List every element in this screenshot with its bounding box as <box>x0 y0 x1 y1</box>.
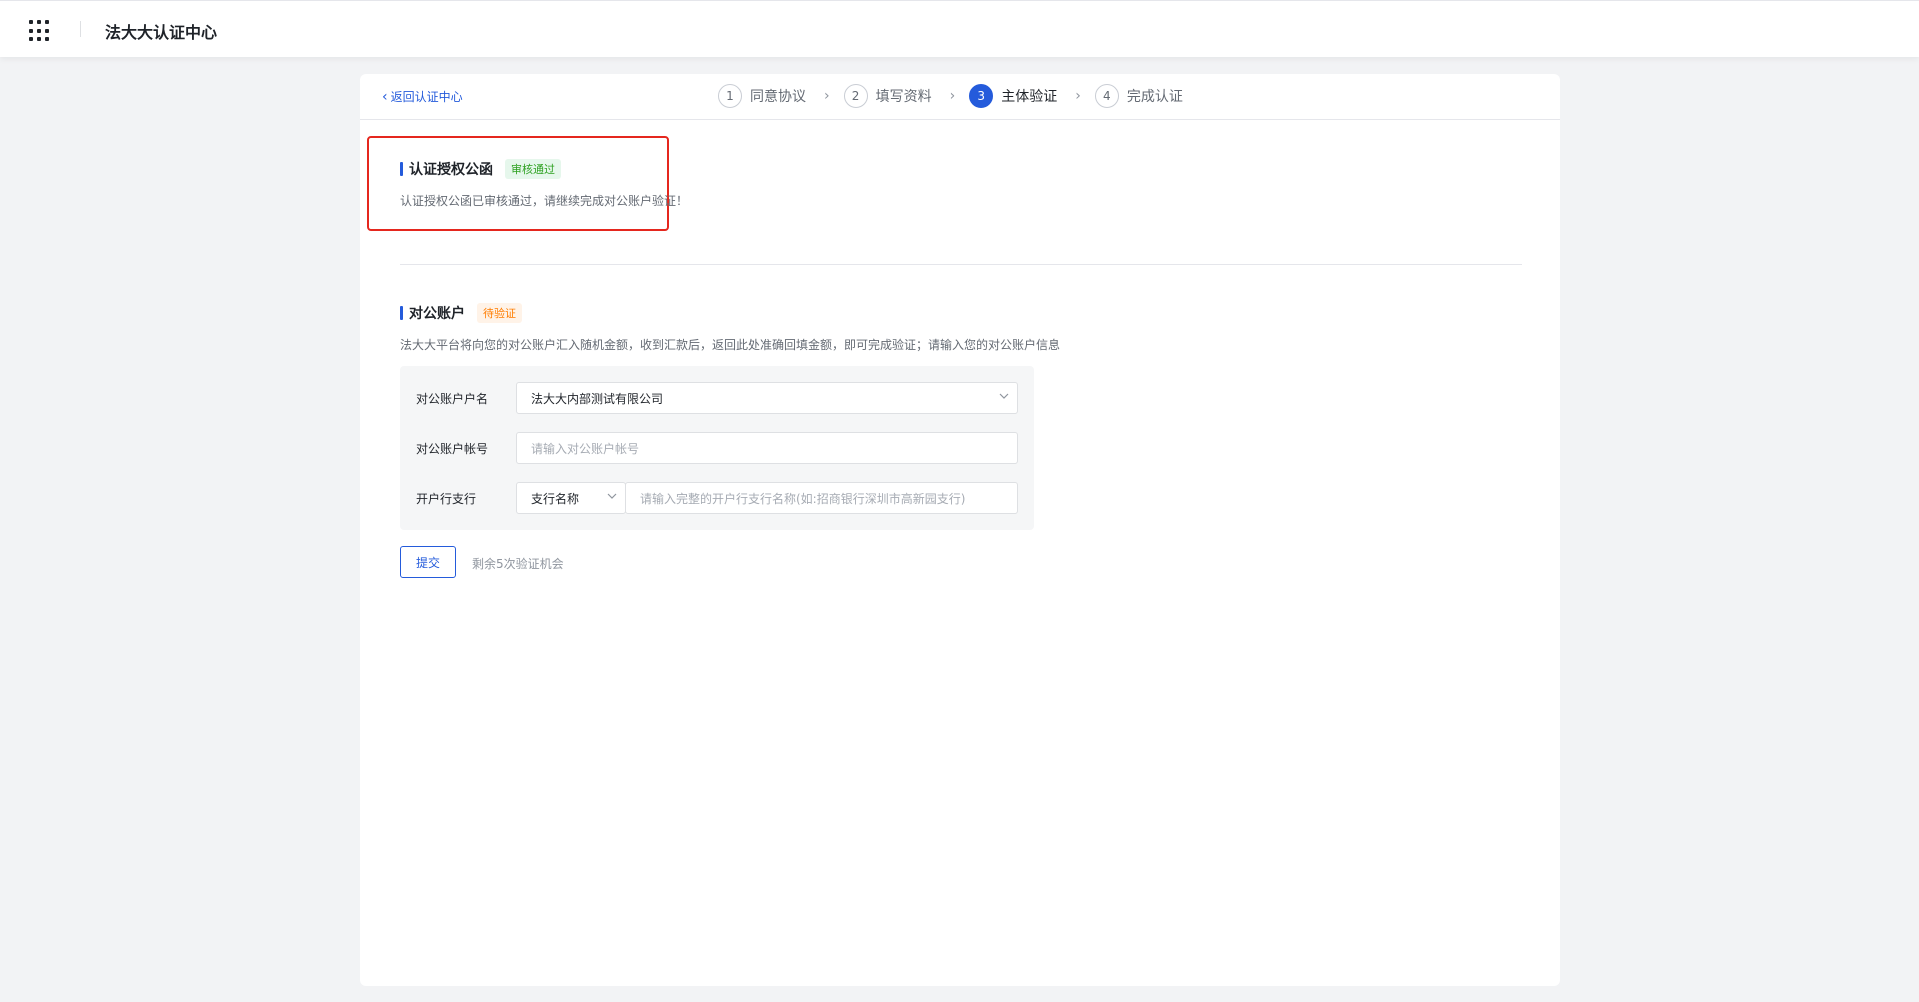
divider <box>80 21 81 37</box>
section-title-text: 认证授权公函 <box>409 162 493 178</box>
account-name-select[interactable]: 法大大内部测试有限公司 <box>516 382 1018 414</box>
step-label: 同意协议 <box>750 89 806 105</box>
branch-label: 开户行支行 <box>416 492 477 506</box>
card-header: ‹ 返回认证中心 1 同意协议 › 2 填写资料 › 3 主体验证 › 4 完成… <box>360 74 1560 120</box>
account-number-label: 对公账户帐号 <box>416 442 489 456</box>
account-name-label: 对公账户户名 <box>416 392 489 406</box>
corporate-account-description: 法大大平台将向您的对公账户汇入随机金额，收到汇款后，返回此处准确回填金额，即可完… <box>400 338 1061 352</box>
remaining-attempts: 剩余5次验证机会 <box>472 557 564 571</box>
app-title: 法大大认证中心 <box>105 23 218 42</box>
status-badge: 审核通过 <box>505 159 561 179</box>
step-number: 4 <box>1094 84 1119 108</box>
branch-name-input[interactable]: 请输入完整的开户行支行名称(如:招商银行深圳市高新园支行) <box>625 482 1018 514</box>
step-4: 4 完成认证 <box>1094 84 1183 108</box>
progress-steps: 1 同意协议 › 2 填写资料 › 3 主体验证 › 4 完成认证 <box>718 84 1183 108</box>
step-2: 2 填写资料 <box>843 84 932 108</box>
chevron-right-icon: › <box>1075 88 1081 104</box>
auth-letter-description: 认证授权公函已审核通过，请继续完成对公账户验证！ <box>400 194 689 208</box>
account-name-value: 法大大内部测试有限公司 <box>531 391 664 406</box>
corporate-account-title: 对公账户 待验证 <box>400 303 522 323</box>
chevron-down-icon <box>607 491 617 499</box>
step-label: 完成认证 <box>1126 89 1183 105</box>
status-badge: 待验证 <box>477 303 522 323</box>
back-link-label: 返回认证中心 <box>390 90 463 104</box>
back-link[interactable]: ‹ 返回认证中心 <box>382 88 463 105</box>
submit-button[interactable]: 提交 <box>400 546 456 578</box>
account-form: 对公账户户名 法大大内部测试有限公司 对公账户帐号 请输入对公账户帐号 开户行支… <box>400 366 1034 530</box>
step-label: 填写资料 <box>875 89 932 105</box>
main-card: ‹ 返回认证中心 1 同意协议 › 2 填写资料 › 3 主体验证 › 4 完成… <box>360 74 1560 986</box>
chevron-right-icon: › <box>824 88 830 104</box>
branch-type-value: 支行名称 <box>531 491 580 506</box>
chevron-left-icon: ‹ <box>382 88 388 105</box>
branch-type-select[interactable]: 支行名称 <box>516 482 626 514</box>
section-title-text: 对公账户 <box>409 306 465 322</box>
chevron-down-icon <box>999 391 1009 399</box>
branch-name-placeholder: 请输入完整的开户行支行名称(如:招商银行深圳市高新园支行) <box>640 491 966 506</box>
step-number: 3 <box>969 84 994 108</box>
account-number-placeholder: 请输入对公账户帐号 <box>531 441 640 456</box>
step-3: 3 主体验证 <box>969 84 1057 108</box>
highlight-box <box>367 136 669 231</box>
section-divider <box>400 264 1522 265</box>
chevron-right-icon: › <box>949 88 956 104</box>
auth-letter-title: 认证授权公函 审核通过 <box>400 159 561 179</box>
step-number: 1 <box>718 84 742 108</box>
section-bar <box>400 162 403 176</box>
grid-icon[interactable] <box>29 20 51 42</box>
account-number-input[interactable]: 请输入对公账户帐号 <box>516 432 1018 464</box>
step-number: 2 <box>843 84 868 108</box>
step-label: 主体验证 <box>1001 89 1058 105</box>
step-1: 1 同意协议 <box>718 84 806 108</box>
top-bar: 法大大认证中心 <box>0 0 1919 57</box>
section-bar <box>400 306 403 320</box>
